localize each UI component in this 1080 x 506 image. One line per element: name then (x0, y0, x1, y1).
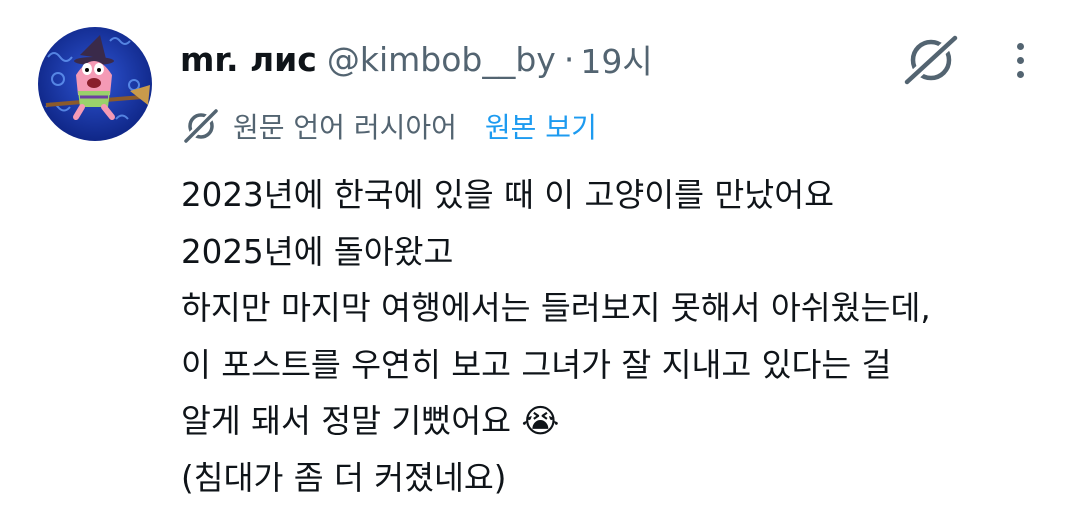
translation-note: 원문 언어 러시아어 (233, 106, 457, 146)
display-name[interactable]: mr. лис (180, 40, 317, 79)
show-original-link[interactable]: 원본 보기 (485, 106, 597, 146)
post-timestamp[interactable]: 19시 (580, 35, 652, 83)
more-vertical-icon (1017, 43, 1024, 50)
post-header: mr. лис @kimbob__by · 19시 (180, 34, 653, 84)
grok-button[interactable] (900, 32, 962, 88)
post-text-line: 하지만 마지막 여행에서는 들러보지 못해서 아쉬웠는데, (181, 280, 931, 337)
post-text-line: 2023년에 한국에 있을 때 이 고양이를 만났어요 (181, 167, 931, 224)
post-text-line-with-emoji: 알게 돼서 정말 기뻤어요 😭 (181, 393, 931, 450)
more-vertical-icon-dot (1017, 71, 1024, 78)
post-text-line: (침대가 좀 더 커졌네요) (181, 450, 931, 506)
translation-bar: 원문 언어 러시아어 원본 보기 (183, 104, 597, 148)
grok-icon (901, 32, 961, 88)
user-handle[interactable]: @kimbob__by (327, 40, 556, 79)
separator-dot: · (564, 40, 575, 79)
more-options-button[interactable] (1000, 34, 1040, 86)
post-text: 2023년에 한국에 있을 때 이 고양이를 만났어요 2025년에 돌아왔고 … (181, 167, 931, 506)
avatar-image (38, 27, 152, 141)
avatar[interactable] (38, 27, 152, 141)
post-text-line: 이 포스트를 우연히 보고 그녀가 잘 지내고 있다는 걸 (181, 337, 931, 394)
post-text-line: 2025년에 돌아왔고 (181, 224, 931, 281)
grok-translate-icon (183, 108, 219, 144)
loudly-crying-emoji: 😭 (521, 402, 559, 440)
more-vertical-icon-dot (1017, 57, 1024, 64)
post-text-line: 알게 돼서 정말 기뻤어요 (181, 402, 511, 440)
